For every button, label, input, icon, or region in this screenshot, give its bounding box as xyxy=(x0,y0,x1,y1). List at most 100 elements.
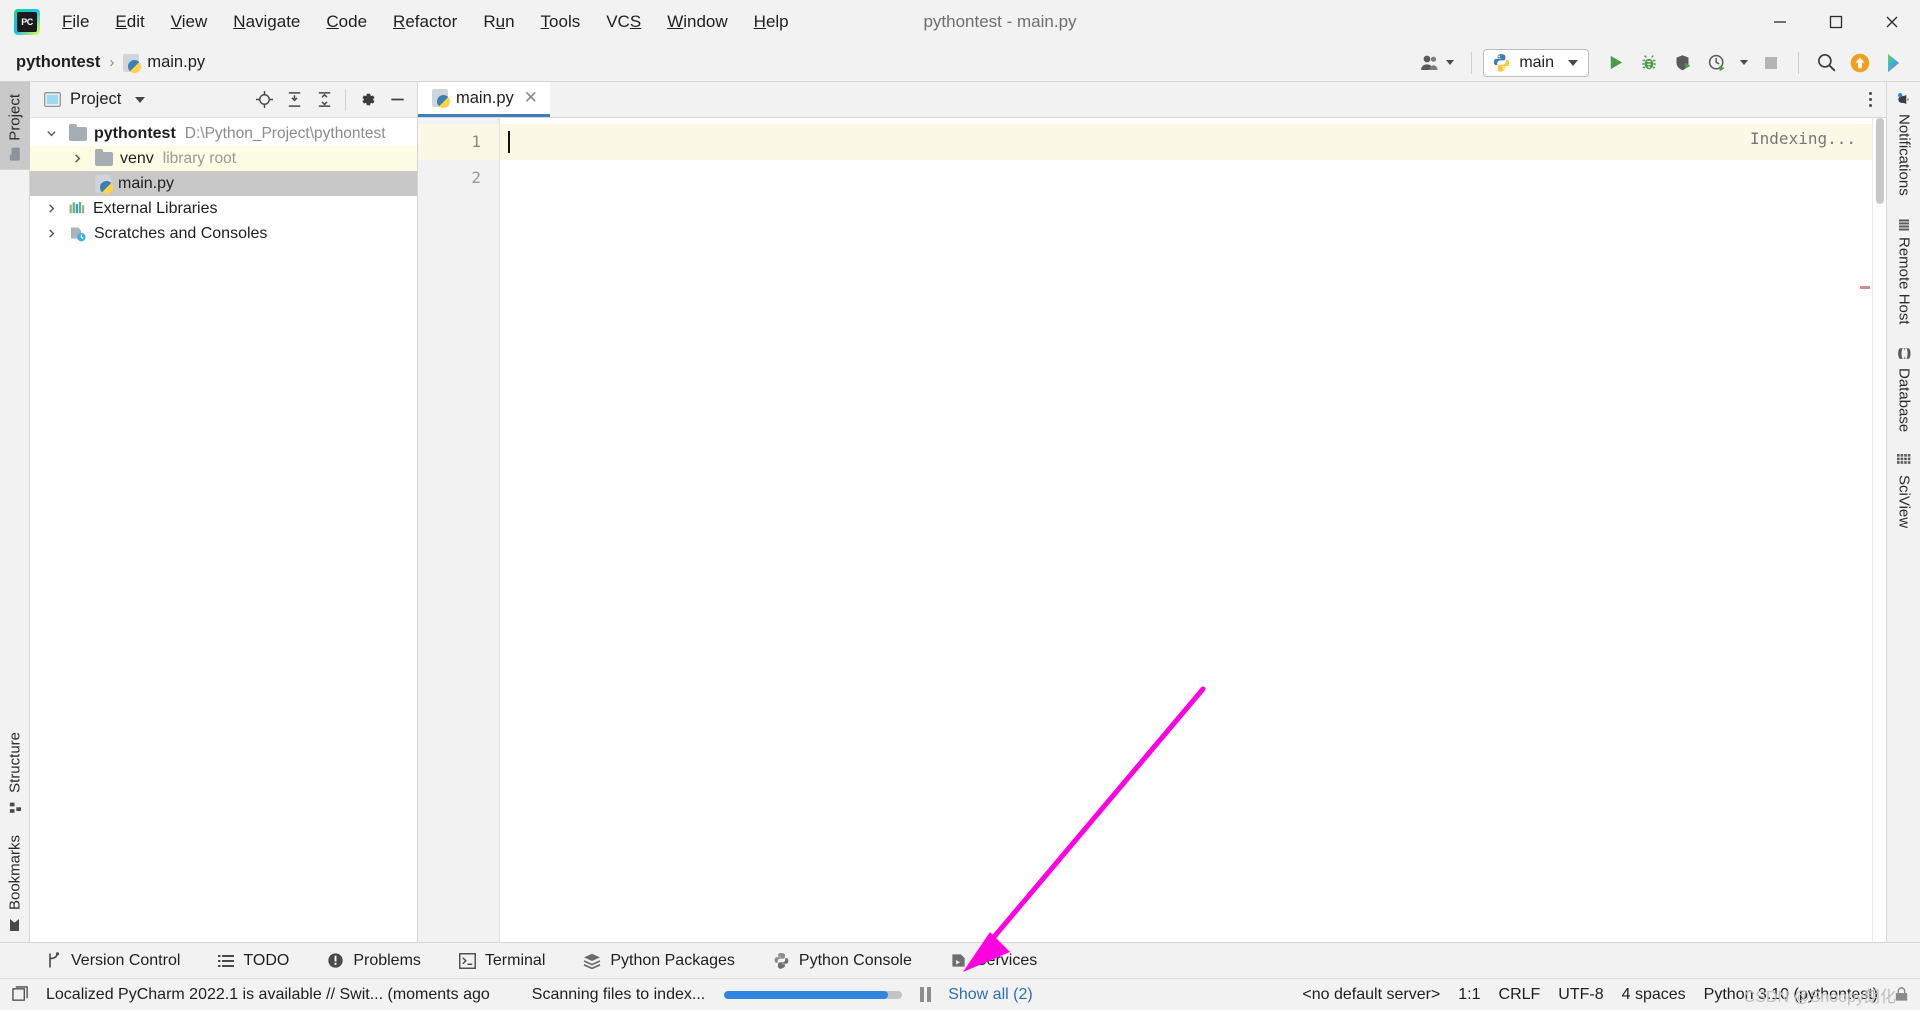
title-bar: File Edit View Navigate Code Refactor Ru… xyxy=(0,0,1920,44)
stop-icon[interactable] xyxy=(1755,48,1787,78)
minimize-icon[interactable] xyxy=(1752,0,1808,44)
status-interpreter[interactable]: Python 3.10 (pythontest) xyxy=(1695,986,1887,1004)
settings-gear-icon[interactable] xyxy=(353,86,381,114)
folder-icon xyxy=(95,148,113,166)
chevron-right-icon[interactable] xyxy=(68,153,86,164)
status-bar: Localized PyCharm 2022.1 is available //… xyxy=(0,978,1920,1010)
bottom-tab-python-console[interactable]: Python Console xyxy=(767,949,918,973)
tab-main-py[interactable]: main.py ✕ xyxy=(418,82,551,117)
sidebar-item-project[interactable]: Project xyxy=(0,82,30,170)
indexing-status: Indexing... xyxy=(1744,127,1862,150)
tree-item-pythontest-path: D:\Python_Project\pythontest xyxy=(184,124,386,142)
project-tree[interactable]: pythontest D:\Python_Project\pythontest … xyxy=(30,118,417,942)
left-stripe-bottom-group: Structure Bookmarks xyxy=(0,720,29,942)
bottom-tab-terminal[interactable]: Terminal xyxy=(453,949,551,973)
menu-file[interactable]: File xyxy=(50,8,101,36)
search-everywhere-icon[interactable] xyxy=(1810,48,1842,78)
code-line[interactable] xyxy=(500,124,1872,160)
tree-item-pythontest-label: pythontest xyxy=(94,124,176,142)
tree-item-scratches[interactable]: Scratches and Consoles xyxy=(30,221,417,246)
code-editor[interactable]: 1 2 Indexing... xyxy=(418,118,1886,942)
status-line-separator[interactable]: CRLF xyxy=(1490,986,1550,1004)
run-configuration-selector[interactable]: main xyxy=(1483,48,1589,77)
sidebar-item-sciview[interactable]: SciView xyxy=(1887,444,1920,540)
status-indent[interactable]: 4 spaces xyxy=(1613,986,1695,1004)
error-stripe-mark[interactable] xyxy=(1860,286,1870,289)
menu-tools[interactable]: Tools xyxy=(529,8,593,36)
menu-refactor[interactable]: Refactor xyxy=(381,8,469,36)
bottom-tab-todo[interactable]: TODO xyxy=(212,949,295,973)
menu-help[interactable]: Help xyxy=(742,8,801,36)
menu-run[interactable]: Run xyxy=(471,8,526,36)
bottom-tab-problems[interactable]: Problems xyxy=(321,949,427,973)
sidebar-item-notifications[interactable]: Notifications xyxy=(1887,82,1920,208)
menu-view[interactable]: View xyxy=(159,8,220,36)
maximize-icon[interactable] xyxy=(1808,0,1864,44)
menu-edit[interactable]: Edit xyxy=(103,8,156,36)
menu-vcs[interactable]: VCS xyxy=(594,8,653,36)
line-number-gutter: 1 2 xyxy=(418,118,500,942)
bottom-tab-todo-label: TODO xyxy=(243,951,290,969)
select-opened-file-icon[interactable] xyxy=(250,86,278,114)
ide-body: Project Structure Bookmarks Project pyth… xyxy=(0,82,1920,942)
chevron-down-icon[interactable] xyxy=(42,128,60,139)
editor-tab-bar: main.py ✕ xyxy=(418,82,1886,118)
sidebar-item-structure[interactable]: Structure xyxy=(0,720,30,823)
menu-navigate[interactable]: Navigate xyxy=(221,8,312,36)
tree-item-venv[interactable]: venv library root xyxy=(30,146,417,171)
bottom-tool-window-bar: Version Control TODO Problems Terminal P… xyxy=(0,942,1920,978)
profile-icon[interactable] xyxy=(1701,48,1733,78)
chevron-down-icon[interactable] xyxy=(135,96,146,103)
status-caret-position[interactable]: 1:1 xyxy=(1449,986,1489,1004)
expand-all-icon[interactable] xyxy=(280,86,308,114)
tree-item-pythontest[interactable]: pythontest D:\Python_Project\pythontest xyxy=(30,121,417,146)
sidebar-item-structure-label: Structure xyxy=(6,732,24,793)
project-panel-toolbar xyxy=(250,86,411,114)
lock-icon[interactable] xyxy=(1893,986,1910,1003)
project-icon xyxy=(8,147,22,161)
sidebar-item-database[interactable]: Database xyxy=(1887,336,1920,444)
tree-item-main-py[interactable]: main.py xyxy=(30,171,417,196)
navigation-bar: pythontest › main.py main xyxy=(0,44,1920,82)
run-coverage-icon[interactable] xyxy=(1667,48,1699,78)
menu-window[interactable]: Window xyxy=(655,8,739,36)
close-icon[interactable] xyxy=(1864,0,1920,44)
chevron-right-icon[interactable] xyxy=(42,228,60,239)
breadcrumb-project[interactable]: pythontest xyxy=(16,53,100,72)
status-default-server[interactable]: <no default server> xyxy=(1293,986,1449,1004)
tree-item-external-libraries[interactable]: External Libraries xyxy=(30,196,417,221)
run-icon[interactable] xyxy=(1599,48,1631,78)
bottom-tab-services[interactable]: Services xyxy=(944,949,1043,973)
pause-icon[interactable] xyxy=(912,987,939,1002)
sidebar-item-database-label: Database xyxy=(1895,368,1913,433)
sidebar-item-bookmarks[interactable]: Bookmarks xyxy=(0,823,30,942)
update-project-icon[interactable] xyxy=(1844,48,1876,78)
status-notification-text[interactable]: Localized PyCharm 2022.1 is available //… xyxy=(37,986,499,1004)
editor-scrollbar[interactable] xyxy=(1872,118,1886,942)
status-encoding[interactable]: UTF-8 xyxy=(1549,986,1612,1004)
chevron-right-icon[interactable] xyxy=(42,203,60,214)
panel-toolbar-separator xyxy=(345,88,346,111)
show-all-link[interactable]: Show all (2) xyxy=(939,986,1041,1004)
right-tool-stripe: Notifications Remote Host Database SciVi… xyxy=(1886,82,1920,942)
debug-icon[interactable] xyxy=(1633,48,1665,78)
bottom-tab-version-control[interactable]: Version Control xyxy=(40,949,186,973)
more-options-icon[interactable] xyxy=(1863,86,1878,113)
sidebar-item-remote-host[interactable]: Remote Host xyxy=(1887,208,1920,337)
profile-dropdown-icon[interactable] xyxy=(1735,48,1753,78)
collapse-all-icon[interactable] xyxy=(310,86,338,114)
bottom-tab-python-packages[interactable]: Python Packages xyxy=(577,949,741,973)
code-line[interactable] xyxy=(500,160,1872,196)
code-content[interactable]: Indexing... xyxy=(500,118,1872,942)
menu-code[interactable]: Code xyxy=(314,8,379,36)
close-icon[interactable]: ✕ xyxy=(522,88,540,108)
breadcrumb-file[interactable]: main.py xyxy=(123,53,205,73)
ide-features-trainer-icon[interactable] xyxy=(1878,48,1910,78)
hide-panel-icon[interactable] xyxy=(383,86,411,114)
indexing-progress-fill xyxy=(724,990,888,999)
collaborate-icon[interactable] xyxy=(1414,48,1460,78)
ide-message-icon[interactable] xyxy=(12,986,29,1003)
editor-tab-actions xyxy=(1863,82,1886,117)
tree-item-external-libraries-label: External Libraries xyxy=(93,199,218,217)
toolbar-separator-2 xyxy=(1798,51,1799,74)
